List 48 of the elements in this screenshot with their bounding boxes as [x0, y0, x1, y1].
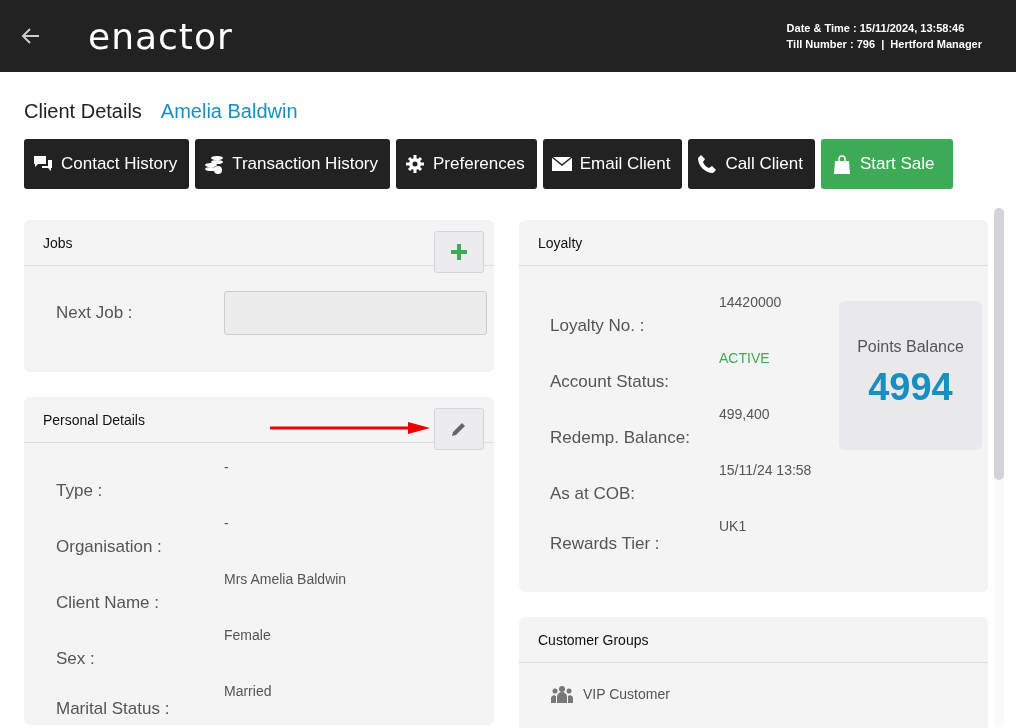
plus-icon — [450, 243, 468, 261]
field-value: - — [224, 458, 229, 477]
action-button[interactable]: Call Client — [688, 139, 815, 189]
page-title: Client Details — [24, 100, 142, 124]
gear-icon — [404, 153, 426, 175]
field-value: 14420000 — [719, 293, 782, 312]
status-value: ACTIVE — [719, 349, 770, 368]
field-label: Account Status: — [550, 372, 671, 393]
field-label: Sex : — [56, 649, 96, 670]
field-value: UK1 — [719, 517, 747, 536]
action-button[interactable]: Preferences — [396, 139, 537, 189]
points-label: Points Balance — [857, 338, 964, 356]
pencil-icon — [450, 420, 468, 438]
edit-button[interactable] — [434, 408, 484, 450]
coins-icon — [203, 153, 226, 175]
field-label: Redemp. Balance: — [550, 428, 691, 449]
date-time-text: Date & Time : 15/11/2024, 13:58:46 — [786, 21, 966, 36]
field-label: Client Name : — [56, 593, 160, 614]
field-value: 499,400 — [719, 405, 770, 424]
panel-title: Loyalty — [538, 234, 583, 251]
field-value: - — [224, 514, 229, 533]
till-info-text: Till Number : 796 | Hertford Manager — [786, 37, 982, 52]
field-label: Organisation : — [56, 537, 163, 558]
action-button[interactable]: Contact History — [24, 139, 190, 189]
panel-title: Jobs — [43, 234, 73, 251]
field-label: Next Job : — [56, 303, 134, 323]
phone-icon — [696, 153, 719, 175]
next-job-field[interactable] — [224, 291, 487, 335]
scrollbar[interactable] — [994, 208, 1004, 728]
field-value: Married — [224, 682, 272, 701]
field-label: As at COB: — [550, 484, 637, 505]
group-name: VIP Customer — [583, 686, 670, 702]
points-value: 4994 — [868, 366, 953, 409]
client-name: Amelia Baldwin — [160, 100, 298, 124]
field-label: Marital Status : — [56, 699, 171, 720]
action-button[interactable]: Email Client — [542, 139, 683, 189]
field-label: Rewards Tier : — [550, 534, 661, 555]
field-label: Type : — [56, 481, 104, 502]
field-value: Female — [224, 626, 271, 645]
users-icon — [551, 685, 573, 703]
field-value: Mrs Amelia Baldwin — [224, 570, 347, 589]
action-button[interactable]: Transaction History — [195, 139, 390, 189]
add-button[interactable] — [434, 231, 484, 273]
panel-title: Personal Details — [43, 411, 145, 428]
panel-title: Customer Groups — [538, 631, 649, 648]
field-label: Loyalty No. : — [550, 316, 646, 337]
logo: enactor — [88, 15, 233, 57]
field-value: 15/11/24 13:58 — [719, 461, 812, 480]
